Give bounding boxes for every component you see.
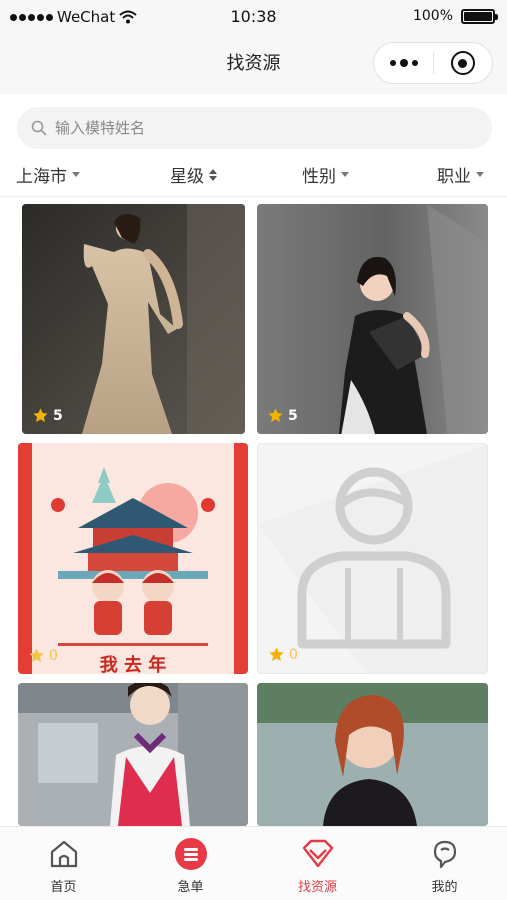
rating-value: 0 [49, 647, 58, 664]
battery-icon [461, 8, 498, 24]
model-card[interactable]: 5 [257, 204, 488, 434]
filter-gender-label: 性别 [302, 167, 336, 187]
tab-find-resources[interactable]: 找资源 [254, 827, 381, 900]
caret-down-icon [341, 172, 349, 177]
woman-lakeside-photo [257, 683, 488, 826]
filter-city-label: 上海市 [16, 167, 67, 187]
rating: 5 [267, 407, 298, 424]
woman-in-red-uniform-photo [18, 683, 248, 826]
rating: 0 [268, 646, 298, 663]
filter-occupation-label: 职业 [437, 167, 471, 187]
filter-gender[interactable]: 性别 [302, 162, 349, 187]
caret-down-icon [476, 172, 484, 177]
target-icon [450, 51, 475, 75]
woman-in-black-dress-photo [257, 204, 488, 434]
battery-percent: 100% [412, 8, 453, 24]
sort-icon [209, 168, 217, 181]
tab-find-resources-label: 找资源 [297, 880, 337, 895]
tab-urgent-order[interactable]: 急单 [127, 827, 254, 900]
filter-star-level-label: 星级 [170, 167, 204, 187]
tab-bar: 首页 急单 找资源 我的 [0, 826, 507, 900]
star-icon [29, 648, 44, 662]
tab-profile[interactable]: 我的 [381, 827, 507, 900]
search-icon [31, 120, 47, 136]
caret-down-icon [72, 172, 80, 177]
tab-profile-label: 我的 [431, 880, 458, 895]
divider [0, 196, 507, 197]
poster-text: 我 去 年 [100, 654, 167, 674]
model-card[interactable] [257, 683, 488, 826]
star-icon [269, 647, 284, 661]
filter-bar: 上海市 星级 性别 职业 [0, 158, 507, 190]
model-card[interactable]: 5 [22, 204, 245, 434]
rating: 5 [32, 407, 63, 424]
tab-home-label: 首页 [50, 880, 77, 895]
close-mini-program-button[interactable] [434, 51, 492, 75]
profile-icon [428, 837, 462, 871]
diamond-icon [301, 837, 335, 871]
urgent-order-icon [174, 837, 208, 871]
battery-fill [464, 11, 492, 21]
filter-occupation[interactable]: 职业 [437, 162, 484, 187]
status-bar: WeChat 10:38 100% [0, 0, 507, 34]
model-card[interactable]: 0 [257, 443, 488, 674]
new-year-poster-image: 我 去 年 [18, 443, 248, 674]
home-icon [47, 837, 81, 871]
rating: 0 [28, 647, 58, 664]
filter-city[interactable]: 上海市 [16, 162, 80, 187]
rating-value: 5 [288, 407, 298, 424]
tab-home[interactable]: 首页 [0, 827, 127, 900]
battery-group: 100% [412, 8, 498, 24]
star-icon [268, 408, 283, 422]
default-avatar-placeholder [258, 444, 487, 673]
mini-program-capsule [373, 42, 493, 84]
star-icon [33, 408, 48, 422]
tab-urgent-order-label: 急单 [177, 880, 204, 895]
filter-star-level[interactable]: 星级 [170, 162, 217, 187]
navigation-bar: 找资源 [0, 34, 507, 94]
rating-value: 0 [289, 646, 298, 663]
woman-in-champagne-gown-photo [22, 204, 245, 434]
search-box [17, 107, 492, 149]
more-menu-button[interactable] [374, 59, 433, 67]
model-card[interactable] [18, 683, 248, 826]
model-card[interactable]: 我 去 年 0 [18, 443, 248, 674]
rating-value: 5 [53, 407, 63, 424]
search-input[interactable] [55, 119, 455, 137]
